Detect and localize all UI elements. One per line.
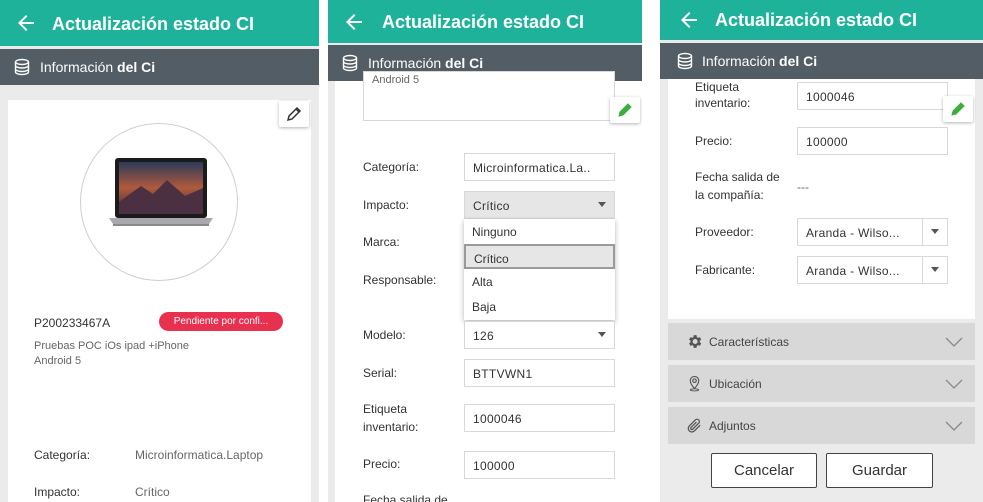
inventory-field[interactable]: 1000046 <box>464 404 615 432</box>
section-label: Adjuntos <box>709 419 756 433</box>
impact-label: Impacto: <box>363 198 410 212</box>
database-icon <box>677 52 693 70</box>
ci-description-line1: Pruebas POC iOs ipad +iPhone <box>34 340 190 352</box>
edit-button[interactable] <box>943 96 973 122</box>
inventory-label-line1: Etiqueta <box>695 80 740 94</box>
paperclip-icon <box>687 418 701 433</box>
section-characteristics[interactable]: Características <box>668 323 975 360</box>
impact-select[interactable]: Crítico <box>464 191 615 219</box>
category-label: Categoría: <box>363 160 420 174</box>
price-label: Precio: <box>695 134 733 148</box>
price-field[interactable]: 100000 <box>464 451 615 479</box>
database-icon <box>342 54 358 72</box>
subheader-text: Información del Ci <box>702 53 818 69</box>
app-bar: Actualización estado CI <box>328 0 642 43</box>
exit-date-label-line1: Fecha salida de <box>695 170 780 184</box>
info-subheader: Información del Ci <box>0 49 319 85</box>
exit-date-value: --- <box>797 180 809 194</box>
pencil-icon <box>286 106 302 122</box>
inventory-field[interactable]: 1000046 <box>797 82 948 110</box>
inventory-label-line1: Etiqueta <box>363 402 408 416</box>
chevron-down-icon <box>945 379 963 389</box>
section-label: Ubicación <box>709 377 762 391</box>
save-button[interactable]: Guardar <box>826 453 933 488</box>
chevron-down-icon <box>945 337 963 347</box>
chevron-down-icon <box>598 202 606 207</box>
screen-edit-form: Actualización estado CI Información del … <box>328 0 642 502</box>
category-value: Microinformatica.Laptop <box>135 448 264 462</box>
pencil-icon <box>951 102 965 116</box>
ci-detail-card: P200233467A Pendiente por confi... Prueb… <box>8 100 311 502</box>
impact-option-selected[interactable]: Crítico <box>464 244 615 269</box>
serial-field[interactable]: BTTVWN1 <box>464 359 615 387</box>
category-field[interactable]: Microinformatica.La.. <box>464 153 615 181</box>
map-pin-icon <box>689 375 700 392</box>
edit-button[interactable] <box>279 101 309 127</box>
description-textarea[interactable]: Android 5 <box>363 71 615 121</box>
back-arrow-icon[interactable] <box>342 10 366 34</box>
laptop-image <box>109 158 213 226</box>
impact-label: Impacto: <box>34 485 81 499</box>
info-subheader: Información del Ci <box>660 43 983 79</box>
impact-option[interactable]: Ninguno <box>464 219 615 244</box>
owner-label: Responsable: <box>363 273 437 287</box>
impact-option[interactable]: Baja <box>464 294 615 319</box>
cancel-button[interactable]: Cancelar <box>711 453 817 488</box>
provider-label: Proveedor: <box>695 225 754 239</box>
page-title: Actualización estado CI <box>382 12 585 32</box>
gear-icon <box>689 335 702 348</box>
section-attachments[interactable]: Adjuntos <box>668 407 975 444</box>
ci-description-line2: Android 5 <box>34 355 82 367</box>
app-bar: Actualización estado CI <box>0 0 319 46</box>
inventory-label-line2: inventario: <box>363 420 419 434</box>
chevron-down-icon <box>945 421 963 431</box>
impact-dropdown-menu: Ninguno Crítico Alta Baja <box>464 219 615 320</box>
edit-form-card: Etiqueta inventario: 1000046 Precio: 100… <box>668 79 975 319</box>
price-field[interactable]: 100000 <box>797 127 948 155</box>
edit-button[interactable] <box>610 97 640 123</box>
screen-edit-form-bottom: Actualización estado CI Información del … <box>660 0 983 502</box>
page-title: Actualización estado CI <box>52 14 255 34</box>
app-bar: Actualización estado CI <box>660 0 983 40</box>
exit-date-label: Fecha salida de <box>363 493 448 502</box>
back-arrow-icon[interactable] <box>14 11 38 35</box>
screen-detail: Actualización estado CI Información del … <box>0 0 319 502</box>
subheader-text: Información del Ci <box>368 55 484 71</box>
chevron-down-icon <box>931 229 939 234</box>
serial-label: Serial: <box>363 366 398 380</box>
model-select[interactable]: 126 <box>464 321 615 349</box>
database-icon <box>14 58 30 76</box>
chevron-down-icon <box>598 332 606 337</box>
exit-date-label-line2: la compañía: <box>695 188 764 202</box>
manufacturer-label: Fabricante: <box>695 263 756 277</box>
subheader-text: Información del Ci <box>40 59 156 75</box>
edit-form-card: Android 5 Categoría: Microinformatica.La… <box>335 71 642 502</box>
device-image-circle <box>80 123 238 281</box>
pencil-icon <box>618 103 632 117</box>
brand-label: Marca: <box>363 235 400 249</box>
impact-option[interactable]: Alta <box>464 269 615 294</box>
status-badge: Pendiente por confi... <box>159 312 283 331</box>
price-label: Precio: <box>363 457 401 471</box>
chevron-down-icon <box>931 267 939 272</box>
model-label: Modelo: <box>363 328 406 342</box>
page-title: Actualización estado CI <box>715 10 918 30</box>
ci-code: P200233467A <box>34 316 111 330</box>
impact-value: Crítico <box>135 485 170 499</box>
back-arrow-icon[interactable] <box>677 8 701 32</box>
category-label: Categoría: <box>34 448 91 462</box>
section-location[interactable]: Ubicación <box>668 365 975 402</box>
section-label: Características <box>709 335 790 349</box>
inventory-label-line2: inventario: <box>695 96 751 110</box>
